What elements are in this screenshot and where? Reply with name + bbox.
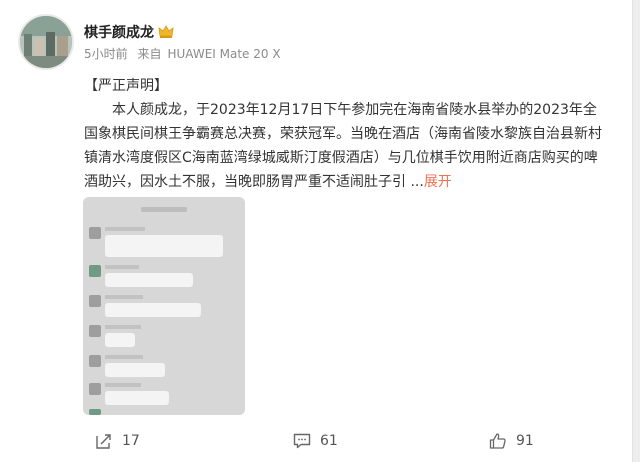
post-meta: 5小时前 来自 HUAWEI Mate 20 X — [84, 45, 287, 62]
comment-icon — [293, 433, 311, 449]
like-button[interactable]: 91 — [488, 430, 534, 452]
repost-button[interactable]: 17 — [94, 430, 140, 452]
chat-screenshot-image — [83, 197, 245, 415]
post-image[interactable] — [83, 197, 245, 415]
post-paragraph: 本人颜成龙，于2023年12月17日下午参加完在海南省陵水县举办的2023年全国… — [84, 98, 604, 194]
post-heading: 【严正声明】 — [84, 78, 168, 94]
avatar-image — [20, 16, 72, 68]
author-name[interactable]: 棋手颜成龙 — [84, 22, 154, 42]
crown-icon — [158, 25, 174, 38]
post-time[interactable]: 5小时前 — [84, 47, 128, 61]
side-scroll-strip — [632, 0, 640, 462]
post-paragraph-text: 本人颜成龙，于2023年12月17日下午参加完在海南省陵水县举办的2023年全国… — [84, 102, 602, 190]
comment-count: 61 — [320, 433, 338, 449]
like-count: 91 — [516, 433, 534, 449]
repost-count: 17 — [122, 433, 140, 449]
expand-link[interactable]: 展开 — [424, 174, 452, 190]
like-icon — [489, 433, 506, 449]
post-device: HUAWEI Mate 20 X — [167, 47, 281, 61]
action-bar: 17 61 91 — [0, 430, 632, 456]
author-name-row: 棋手颜成龙 — [84, 22, 174, 42]
source-prefix: 来自 — [137, 47, 162, 61]
avatar[interactable] — [20, 16, 72, 68]
comment-button[interactable]: 61 — [292, 430, 338, 452]
weibo-post-card: 棋手颜成龙 5小时前 来自 HUAWEI Mate 20 X 【严正声明】 本人颜… — [0, 0, 632, 462]
post-content: 【严正声明】 本人颜成龙，于2023年12月17日下午参加完在海南省陵水县举办的… — [84, 74, 604, 194]
repost-icon — [96, 434, 111, 449]
